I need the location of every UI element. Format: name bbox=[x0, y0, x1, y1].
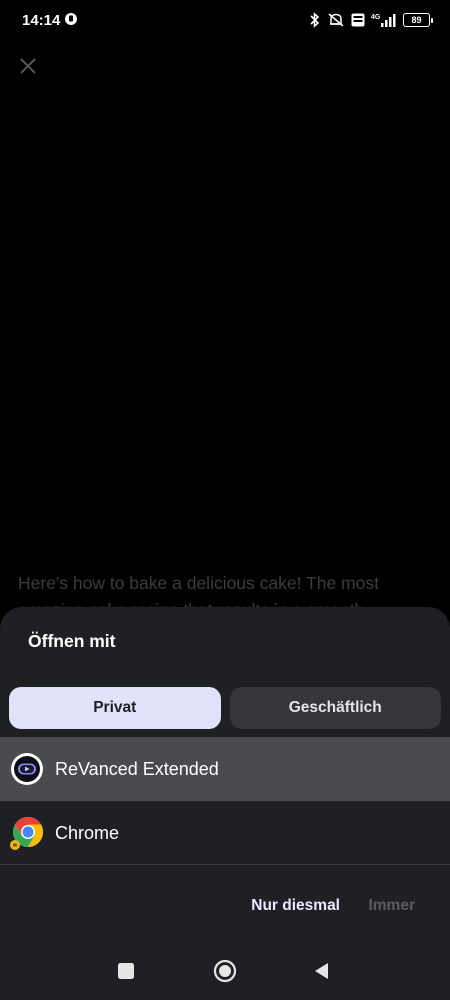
home-icon bbox=[213, 959, 237, 983]
status-time: 14:14 bbox=[22, 12, 61, 29]
tab-privat-label: Privat bbox=[93, 699, 137, 716]
back-icon bbox=[315, 963, 328, 979]
always-button[interactable]: Immer bbox=[368, 897, 415, 915]
home-button[interactable] bbox=[212, 958, 238, 984]
volte-icon bbox=[351, 13, 365, 27]
profile-tabs: Privat Geschäftlich bbox=[9, 687, 441, 729]
network-label: 4G bbox=[371, 14, 381, 21]
notification-icon bbox=[65, 13, 77, 25]
tab-geschaeftlich[interactable]: Geschäftlich bbox=[229, 687, 441, 729]
recents-button[interactable] bbox=[113, 958, 139, 984]
back-button[interactable] bbox=[309, 958, 335, 984]
signal-icon: 4G bbox=[371, 14, 396, 27]
mute-icon bbox=[328, 13, 344, 27]
open-with-sheet: Öffnen mit Privat Geschäftlich ReVanced … bbox=[0, 607, 450, 1000]
tab-geschaeftlich-label: Geschäftlich bbox=[288, 699, 382, 716]
background-description: Here's how to bake a delicious cake! The… bbox=[18, 573, 379, 610]
sheet-title: Öffnen mit bbox=[28, 631, 116, 651]
battery-icon: 89 bbox=[403, 13, 433, 27]
bluetooth-icon bbox=[310, 12, 320, 28]
just-once-button[interactable]: Nur diesmal bbox=[251, 897, 340, 915]
app-label-chrome: Chrome bbox=[55, 822, 120, 843]
close-icon bbox=[20, 58, 36, 74]
recents-icon bbox=[118, 963, 134, 979]
divider bbox=[0, 864, 450, 865]
battery-level: 89 bbox=[411, 15, 422, 25]
status-bar: 14:14 4G 89 bbox=[0, 0, 450, 40]
tab-privat[interactable]: Privat bbox=[9, 687, 221, 729]
app-item-revanced[interactable]: ReVanced Extended bbox=[0, 737, 450, 801]
chrome-icon bbox=[10, 817, 44, 850]
app-item-chrome[interactable]: Chrome bbox=[0, 801, 450, 865]
close-button[interactable] bbox=[14, 52, 42, 80]
app-label-revanced: ReVanced Extended bbox=[55, 758, 219, 779]
revanced-icon bbox=[11, 753, 43, 785]
navigation-bar bbox=[0, 944, 450, 1000]
